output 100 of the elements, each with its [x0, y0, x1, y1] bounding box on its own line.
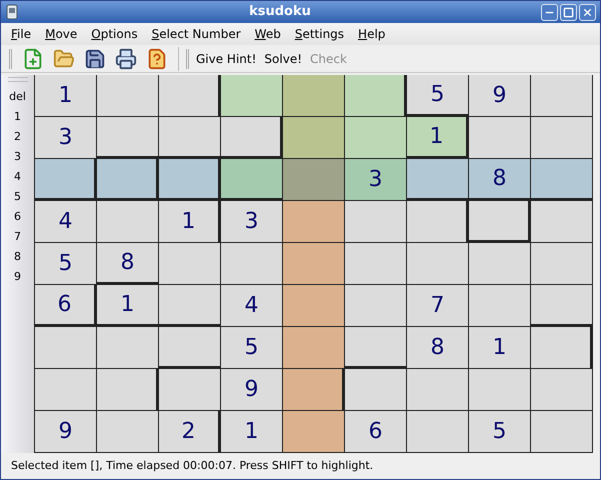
- sudoku-cell[interactable]: [221, 117, 283, 159]
- sudoku-cell[interactable]: [283, 327, 345, 369]
- sudoku-cell[interactable]: [531, 411, 593, 453]
- sudoku-cell[interactable]: [97, 117, 159, 159]
- minimize-button[interactable]: [541, 4, 558, 20]
- sudoku-cell[interactable]: [97, 75, 159, 117]
- sudoku-cell[interactable]: 7: [407, 285, 469, 327]
- number-selector[interactable]: 3: [14, 147, 21, 167]
- number-selector[interactable]: 8: [14, 247, 21, 267]
- sudoku-cell[interactable]: 4: [221, 285, 283, 327]
- sudoku-cell[interactable]: [345, 117, 407, 159]
- number-selector[interactable]: 6: [14, 207, 21, 227]
- sudoku-cell[interactable]: [97, 159, 159, 201]
- number-selector[interactable]: 5: [14, 187, 21, 207]
- sudoku-cell[interactable]: [221, 75, 283, 117]
- sudoku-cell[interactable]: 6: [345, 411, 407, 453]
- sudoku-cell[interactable]: [469, 201, 531, 243]
- sudoku-cell[interactable]: [159, 75, 221, 117]
- menu-item[interactable]: Settings: [294, 28, 344, 40]
- sudoku-cell[interactable]: [531, 117, 593, 159]
- sudoku-cell[interactable]: [283, 159, 345, 201]
- sudoku-cell[interactable]: [35, 159, 97, 201]
- sudoku-cell[interactable]: 1: [35, 75, 97, 117]
- sudoku-cell[interactable]: [469, 285, 531, 327]
- sudoku-cell[interactable]: [531, 327, 593, 369]
- sudoku-cell[interactable]: 9: [221, 369, 283, 411]
- sudoku-cell[interactable]: [97, 369, 159, 411]
- sudoku-cell[interactable]: [159, 159, 221, 201]
- sudoku-cell[interactable]: 8: [469, 159, 531, 201]
- sudoku-cell[interactable]: [407, 411, 469, 453]
- sudoku-cell[interactable]: 8: [97, 243, 159, 285]
- sudoku-cell[interactable]: 1: [221, 411, 283, 453]
- sudoku-cell[interactable]: 1: [469, 327, 531, 369]
- sudoku-cell[interactable]: [283, 285, 345, 327]
- sudoku-cell[interactable]: 9: [35, 411, 97, 453]
- sudoku-cell[interactable]: [159, 117, 221, 159]
- sudoku-cell[interactable]: [345, 285, 407, 327]
- sudoku-cell[interactable]: [531, 369, 593, 411]
- sudoku-cell[interactable]: [345, 75, 407, 117]
- number-selector[interactable]: 4: [14, 167, 21, 187]
- sudoku-cell[interactable]: 1: [97, 285, 159, 327]
- sudoku-cell[interactable]: 3: [221, 201, 283, 243]
- sudoku-cell[interactable]: [407, 201, 469, 243]
- sudoku-cell[interactable]: [97, 411, 159, 453]
- menu-item[interactable]: Options: [91, 28, 138, 40]
- sudoku-cell[interactable]: 5: [35, 243, 97, 285]
- sudoku-cell[interactable]: 3: [345, 159, 407, 201]
- sudoku-cell[interactable]: [283, 201, 345, 243]
- sudoku-cell[interactable]: [159, 369, 221, 411]
- sudoku-cell[interactable]: [531, 159, 593, 201]
- sudoku-cell[interactable]: [97, 201, 159, 243]
- menu-item[interactable]: Web: [254, 28, 281, 40]
- close-button[interactable]: [579, 4, 596, 20]
- sudoku-cell[interactable]: 9: [469, 75, 531, 117]
- sudoku-cell[interactable]: [283, 117, 345, 159]
- number-selector[interactable]: 1: [14, 107, 21, 127]
- sudoku-cell[interactable]: [221, 159, 283, 201]
- sudoku-cell[interactable]: 5: [407, 75, 469, 117]
- sudoku-cell[interactable]: [531, 201, 593, 243]
- sudoku-cell[interactable]: [283, 369, 345, 411]
- sudoku-cell[interactable]: [345, 201, 407, 243]
- sudoku-cell[interactable]: [531, 243, 593, 285]
- number-selector[interactable]: 7: [14, 227, 21, 247]
- sudoku-cell[interactable]: [35, 327, 97, 369]
- sudoku-cell[interactable]: [283, 411, 345, 453]
- sudoku-cell[interactable]: [97, 327, 159, 369]
- sudoku-cell[interactable]: [159, 243, 221, 285]
- sudoku-cell[interactable]: [531, 285, 593, 327]
- number-selector[interactable]: 9: [14, 267, 21, 287]
- sudoku-cell[interactable]: 1: [407, 117, 469, 159]
- menu-item[interactable]: Select Number: [152, 28, 241, 40]
- sudoku-cell[interactable]: [407, 243, 469, 285]
- toolbar-button[interactable]: Solve!: [264, 50, 302, 68]
- menu-item[interactable]: File: [11, 28, 32, 40]
- number-selector[interactable]: del: [9, 87, 26, 107]
- sudoku-cell[interactable]: [407, 369, 469, 411]
- sudoku-cell[interactable]: [283, 243, 345, 285]
- sudoku-cell[interactable]: 2: [159, 411, 221, 453]
- sudoku-cell[interactable]: 5: [221, 327, 283, 369]
- sudoku-cell[interactable]: [221, 243, 283, 285]
- sudoku-cell[interactable]: 4: [35, 201, 97, 243]
- sudoku-cell[interactable]: [35, 369, 97, 411]
- sudoku-cell[interactable]: 5: [469, 411, 531, 453]
- sudoku-cell[interactable]: [469, 369, 531, 411]
- sudoku-cell[interactable]: [531, 75, 593, 117]
- sudoku-cell[interactable]: [345, 369, 407, 411]
- toolbar-button[interactable]: Give Hint!: [196, 50, 256, 68]
- sudoku-cell[interactable]: 1: [159, 201, 221, 243]
- sudoku-cell[interactable]: 8: [407, 327, 469, 369]
- sudoku-cell[interactable]: [469, 243, 531, 285]
- number-selector[interactable]: 2: [14, 127, 21, 147]
- sudoku-cell[interactable]: 6: [35, 285, 97, 327]
- maximize-button[interactable]: [560, 4, 577, 20]
- sudoku-cell[interactable]: 3: [35, 117, 97, 159]
- menu-item[interactable]: Help: [358, 28, 386, 40]
- sudoku-cell[interactable]: [345, 327, 407, 369]
- sudoku-cell[interactable]: [159, 285, 221, 327]
- sudoku-cell[interactable]: [283, 75, 345, 117]
- sudoku-cell[interactable]: [159, 327, 221, 369]
- sudoku-cell[interactable]: [407, 159, 469, 201]
